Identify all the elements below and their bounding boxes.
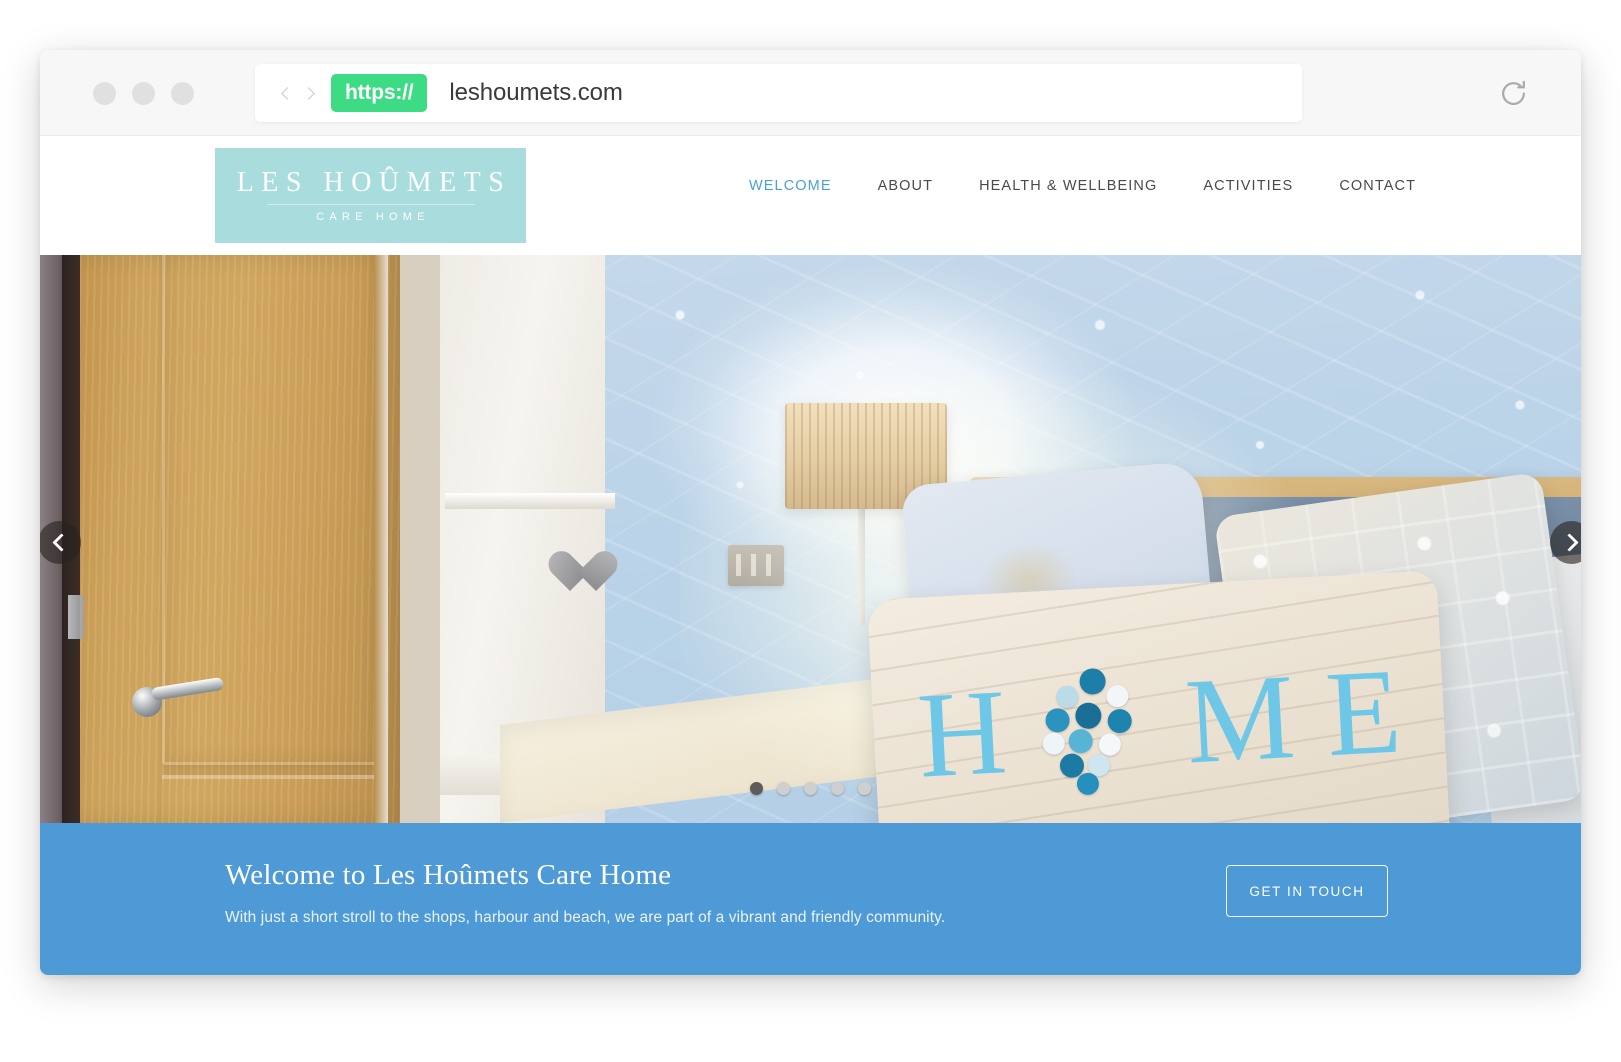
cushion-button-heart [1035,663,1159,796]
cushion-letter-h: H [914,664,1012,804]
welcome-text-block: Welcome to Les Hoûmets Care Home With ju… [225,859,945,927]
site-logo[interactable]: LES HOÛMETS CARE HOME [215,148,526,243]
browser-window: https:// leshoumets.com LES HOÛMETS CARE… [40,50,1581,975]
window-controls [93,82,194,105]
logo-divider [266,203,475,205]
site-header: LES HOÛMETS CARE HOME WELCOME ABOUT HEAL… [40,136,1581,255]
nav-item-contact[interactable]: CONTACT [1339,178,1416,194]
nav-item-about[interactable]: ABOUT [878,178,933,194]
chevron-right-icon[interactable] [302,86,317,101]
window-maximize-button[interactable] [132,82,155,105]
browser-toolbar: https:// leshoumets.com [40,50,1581,136]
wooden-door [80,255,400,823]
nav-item-health-wellbeing[interactable]: HEALTH & WELLBEING [979,178,1157,194]
get-in-touch-button[interactable]: GET IN TOUCH [1226,865,1388,917]
logo-tagline: CARE HOME [316,210,430,223]
lamp-stem [858,505,865,625]
door-hinge [68,595,84,639]
hero-carousel: H M E [40,255,1581,823]
welcome-title: Welcome to Les Hoûmets Care Home [225,859,672,891]
chevron-right-icon [1560,533,1579,552]
heart-decoration [558,545,608,593]
carousel-dot-3[interactable] [804,782,817,795]
door-edge [374,255,388,823]
carousel-pagination [40,782,1581,795]
welcome-subtitle: With just a short stroll to the shops, h… [225,909,946,926]
window-close-button[interactable] [171,82,194,105]
navigation-arrows [273,86,317,101]
logo-name: LES HOÛMETS [236,167,512,199]
carousel-dot-5[interactable] [858,782,871,795]
cushion-home-letters: H M E [914,643,1407,804]
chevron-left-icon[interactable] [278,86,293,101]
carousel-dot-4[interactable] [831,782,844,795]
address-bar[interactable]: https:// leshoumets.com [255,64,1302,122]
https-badge: https:// [331,74,428,112]
carousel-dot-1[interactable] [750,782,763,795]
cushion-letter-e: E [1322,643,1407,783]
window-minimize-button[interactable] [93,82,116,105]
carousel-dot-2[interactable] [777,782,790,795]
welcome-banner: Welcome to Les Hoûmets Care Home With ju… [40,823,1581,975]
chevron-left-icon [52,533,71,552]
reload-icon[interactable] [1498,78,1529,109]
url-text[interactable]: leshoumets.com [449,79,622,107]
carousel-prev-button[interactable] [40,521,81,564]
cushion-letter-m: M [1182,648,1300,790]
main-navigation: WELCOME ABOUT HEALTH & WELLBEING ACTIVIT… [749,178,1416,194]
nav-item-welcome[interactable]: WELCOME [749,178,832,194]
nav-item-activities[interactable]: ACTIVITIES [1203,178,1293,194]
light-switch-plate [728,545,784,586]
alcove-shelf [445,493,615,509]
hero-image: H M E [40,255,1581,823]
